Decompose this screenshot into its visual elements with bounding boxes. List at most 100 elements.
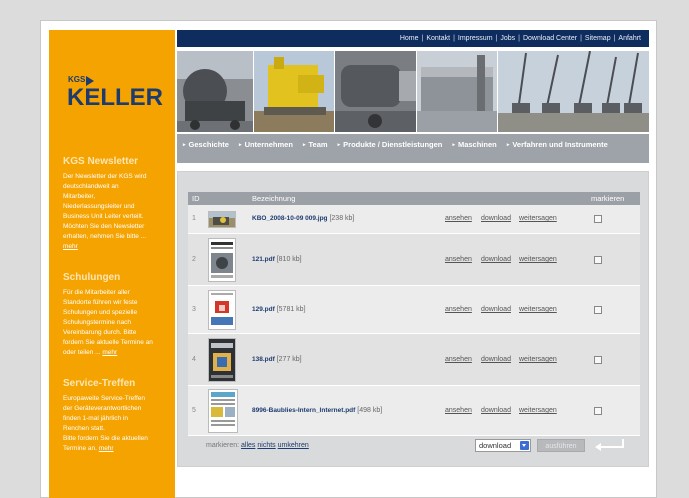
nav-item-team[interactable]: ▸ Team	[303, 140, 328, 149]
row-id: 4	[192, 356, 196, 363]
table-row: 5 8996-Baublies-Intern_Internet.pdf [498…	[188, 386, 640, 436]
separator: |	[613, 35, 616, 42]
file-name: 129.pdf	[252, 306, 275, 313]
file-link[interactable]: 8996-Baublies-Intern_Internet.pdf [498 k…	[252, 407, 382, 414]
view-link[interactable]: ansehen	[445, 356, 472, 363]
nav-item-produkte[interactable]: ▸ Produkte / Dienstleistungen	[338, 140, 443, 149]
file-name: KBO_2008-10-09 009.jpg	[252, 215, 328, 222]
mark-invert-link[interactable]: umkehren	[278, 442, 309, 449]
topnav-kontakt[interactable]: Kontakt	[426, 35, 450, 42]
newsletter-line: deutschlandweit an	[63, 183, 119, 190]
file-thumbnail[interactable]	[208, 389, 238, 433]
chevron-down-icon	[520, 441, 529, 450]
view-link[interactable]: ansehen	[445, 215, 472, 222]
file-name: 138.pdf	[252, 356, 275, 363]
nav-item-label: Produkte / Dienstleistungen	[343, 140, 443, 149]
topnav-sitemap[interactable]: Sitemap	[585, 35, 611, 42]
share-link[interactable]: weitersagen	[519, 256, 557, 263]
topnav-anfahrt[interactable]: Anfahrt	[618, 35, 641, 42]
share-link[interactable]: weitersagen	[519, 306, 557, 313]
separator: |	[580, 35, 582, 42]
nav-item-unternehmen[interactable]: ▸ Unternehmen	[239, 140, 293, 149]
header-markieren: markieren	[591, 194, 625, 203]
table-row: 2 121.pdf [810 kb] ansehen download weit…	[188, 234, 640, 286]
keller-logo[interactable]: KGS KELLER	[66, 75, 163, 113]
file-thumbnail[interactable]	[208, 211, 236, 228]
view-link[interactable]: ansehen	[445, 407, 472, 414]
nav-item-label: Unternehmen	[244, 140, 293, 149]
table-row: 4 138.pdf [277 kb] ansehen download weit…	[188, 334, 640, 386]
header-banner	[177, 51, 649, 132]
nav-item-label: Team	[308, 140, 328, 149]
separator: |	[453, 35, 455, 42]
view-link[interactable]: ansehen	[445, 256, 472, 263]
mark-all-link[interactable]: alles	[241, 442, 255, 449]
service-section: Service-Treffen Europaweite Service-Tref…	[63, 378, 169, 454]
execute-button[interactable]: ausführen	[537, 439, 585, 452]
download-panel: ID Bezeichnung markieren 1 KBO_2008-10-0…	[177, 171, 649, 467]
return-arrow-icon	[595, 439, 624, 451]
download-link[interactable]: download	[481, 356, 511, 363]
share-link[interactable]: weitersagen	[519, 356, 557, 363]
download-link[interactable]: download	[481, 256, 511, 263]
topnav-download-center[interactable]: Download Center	[523, 35, 577, 42]
banner-image-machine-1	[177, 51, 253, 132]
schulungen-line: Für die Mitarbeiter aller	[63, 289, 130, 296]
newsletter-line: Der Newsletter der KGS wird	[63, 173, 147, 180]
nav-item-label: Maschinen	[457, 140, 497, 149]
share-link[interactable]: weitersagen	[519, 215, 557, 222]
newsletter-line: Business Unit Leiter verteilt.	[63, 213, 144, 220]
mark-checkbox[interactable]	[594, 215, 602, 223]
nav-bullet-icon: ▸	[183, 142, 186, 148]
file-thumbnail[interactable]	[208, 338, 236, 382]
topnav-jobs[interactable]: Jobs	[500, 35, 515, 42]
file-link[interactable]: 138.pdf [277 kb]	[252, 356, 302, 363]
newsletter-line: erhalten, nehmen Sie bitte ...	[63, 233, 147, 240]
nav-item-verfahren[interactable]: ▸ Verfahren und Instrumente	[507, 140, 608, 149]
service-last-line: Termine an.	[63, 445, 97, 452]
mark-checkbox[interactable]	[594, 306, 602, 314]
row-id: 2	[192, 256, 196, 263]
top-navigation: Home | Kontakt | Impressum | Jobs | Download Cen…	[177, 30, 649, 47]
row-id: 1	[192, 215, 196, 222]
row-id: 3	[192, 306, 196, 313]
schulungen-line: Standorte führen wir feste	[63, 299, 138, 306]
mark-none-link[interactable]: nichts	[257, 442, 275, 449]
file-link[interactable]: 129.pdf [5781 kb]	[252, 306, 306, 313]
download-link[interactable]: download	[481, 407, 511, 414]
nav-bullet-icon: ▸	[303, 142, 306, 148]
download-link[interactable]: download	[481, 306, 511, 313]
newsletter-text: Der Newsletter der KGS wird deutschlandw…	[63, 172, 169, 252]
file-thumbnail[interactable]	[208, 238, 236, 282]
mark-checkbox[interactable]	[594, 256, 602, 264]
row-id: 5	[192, 407, 196, 414]
banner-image-machine-2	[254, 51, 334, 132]
mark-label: markieren:	[206, 442, 240, 449]
topnav-home[interactable]: Home	[400, 35, 419, 42]
table-footer: markieren: alles nichts umkehren downloa…	[188, 436, 640, 456]
view-link[interactable]: ansehen	[445, 306, 472, 313]
download-link[interactable]: download	[481, 215, 511, 222]
action-select[interactable]: download	[475, 439, 531, 452]
banner-image-cranes	[498, 51, 649, 132]
topnav-impressum[interactable]: Impressum	[458, 35, 493, 42]
newsletter-title: KGS Newsletter	[63, 156, 139, 167]
nav-item-maschinen[interactable]: ▸ Maschinen	[452, 140, 496, 149]
file-size: [238 kb]	[329, 215, 355, 222]
schulungen-more-link[interactable]: mehr	[102, 349, 117, 356]
file-thumbnail[interactable]	[208, 290, 236, 330]
download-table: ID Bezeichnung markieren 1 KBO_2008-10-0…	[188, 192, 640, 456]
file-link[interactable]: KBO_2008-10-09 009.jpg [238 kb]	[252, 215, 354, 222]
file-link[interactable]: 121.pdf [810 kb]	[252, 256, 302, 263]
separator: |	[421, 35, 424, 42]
schulungen-section: Schulungen Für die Mitarbeiter aller Sta…	[63, 272, 169, 358]
mark-checkbox[interactable]	[594, 356, 602, 364]
share-link[interactable]: weitersagen	[519, 407, 557, 414]
schulungen-line: fordern Sie aktuelle Termine an	[63, 339, 153, 346]
nav-item-geschichte[interactable]: ▸ Geschichte	[183, 140, 229, 149]
newsletter-more-link[interactable]: mehr	[63, 243, 78, 250]
service-more-link[interactable]: mehr	[99, 445, 114, 452]
service-line: Europaweite Service-Treffen	[63, 395, 146, 402]
banner-image-machine-4	[417, 51, 497, 132]
mark-checkbox[interactable]	[594, 407, 602, 415]
